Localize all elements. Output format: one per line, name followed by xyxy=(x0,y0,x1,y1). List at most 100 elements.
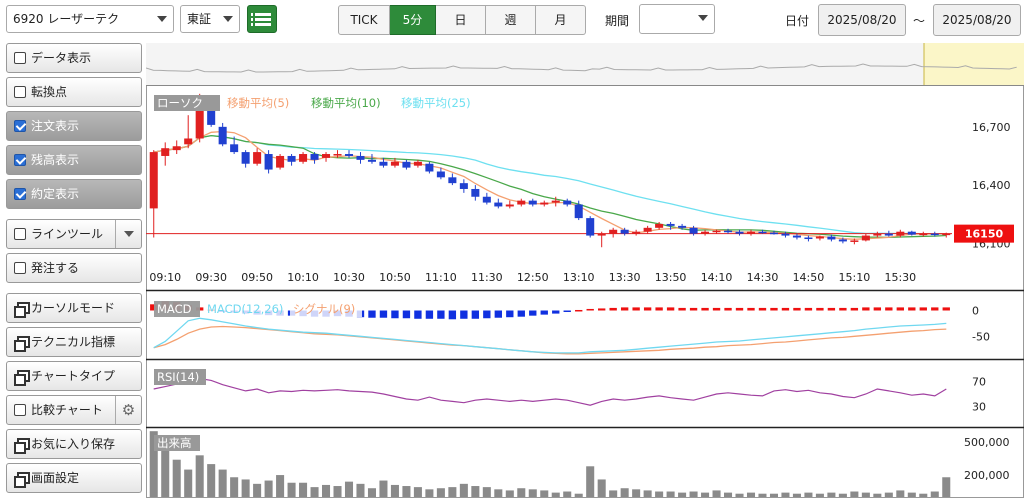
macd-histogram-bar xyxy=(908,307,916,311)
window-icon xyxy=(14,472,30,488)
volume-bar xyxy=(551,492,560,497)
date-tilde: 〜 xyxy=(913,14,926,28)
volume-bar xyxy=(678,492,687,497)
checkbox-icon[interactable] xyxy=(14,86,26,98)
macd-histogram-bar xyxy=(758,307,767,311)
rsi-axis-label: 30 xyxy=(972,400,986,413)
sidebar-item-2[interactable]: 注文表示 xyxy=(6,111,142,141)
candle-body xyxy=(769,232,778,235)
sidebar-item-10[interactable]: 比較チャート ⚙ xyxy=(6,395,142,425)
tab-interval-3[interactable]: 週 xyxy=(486,5,536,35)
tab-interval-0[interactable]: TICK xyxy=(338,5,390,35)
candle-body xyxy=(678,225,687,228)
volume-bar xyxy=(390,484,399,497)
sidebar-item-4[interactable]: 約定表示 xyxy=(6,179,142,209)
macd-histogram-bar xyxy=(804,307,813,311)
candle-body xyxy=(517,200,526,205)
candle-body xyxy=(712,230,721,233)
sidebar-item-3[interactable]: 残高表示 xyxy=(6,145,142,175)
sidebar-item-9[interactable]: チャートタイプ xyxy=(6,361,142,391)
macd-histogram-bar xyxy=(402,310,411,319)
volume-bar xyxy=(528,489,537,497)
candle-body xyxy=(850,240,859,242)
checkbox-icon[interactable] xyxy=(14,228,26,240)
sidebar-item-label: 注文表示 xyxy=(31,119,80,133)
volume-bar xyxy=(884,492,893,497)
volume-bar xyxy=(735,493,744,497)
volume-bar xyxy=(804,492,813,497)
candle-body xyxy=(287,155,296,162)
candle-body xyxy=(804,237,813,240)
gear-icon[interactable]: ⚙ xyxy=(115,396,141,424)
macd-histogram-bar xyxy=(942,307,950,311)
candle-body xyxy=(402,161,411,168)
sidebar-item-1[interactable]: 転換点 xyxy=(6,77,142,107)
volume-bar xyxy=(172,459,181,497)
time-axis-label: 13:30 xyxy=(609,271,641,284)
interval-tabs: TICK 5分日週月 xyxy=(338,5,586,35)
sidebar-item-6[interactable]: 発注する xyxy=(6,253,142,283)
sidebar-item-label: テクニカル指標 xyxy=(31,335,116,349)
toolbar: 6920 レーザーテク 東証 TICK 5分日週月 期間 日付 2025/08/2… xyxy=(0,0,1024,40)
checkbox-icon[interactable] xyxy=(14,262,26,274)
sidebar-item-8[interactable]: テクニカル指標 xyxy=(6,327,142,357)
market-select[interactable]: 東証 xyxy=(180,5,240,33)
period-select[interactable] xyxy=(639,4,715,34)
sidebar-item-0[interactable]: データ表示 xyxy=(6,43,142,73)
checkbox-icon[interactable] xyxy=(14,154,26,166)
macd-legend-label: MACD(12,26) xyxy=(207,302,283,316)
macd-histogram-bar xyxy=(368,310,376,318)
macd-histogram-bar xyxy=(862,307,870,311)
candle-body xyxy=(333,154,342,156)
time-axis-label: 11:30 xyxy=(471,271,503,284)
volume-bar xyxy=(597,479,606,497)
candle-body xyxy=(379,161,388,166)
macd-histogram-bar xyxy=(885,307,893,311)
volume-bar xyxy=(781,492,790,497)
line-tool-dropdown-button[interactable] xyxy=(115,220,141,248)
candle-body xyxy=(241,152,250,164)
checkbox-icon[interactable] xyxy=(14,188,26,200)
date-from-input[interactable]: 2025/08/20 xyxy=(818,4,906,36)
navigator-strip xyxy=(146,43,1024,85)
time-axis-label: 14:10 xyxy=(701,271,733,284)
chevron-down-icon xyxy=(223,16,233,22)
macd-histogram-bar xyxy=(517,310,525,317)
macd-axis-label: -50 xyxy=(972,330,990,343)
volume-bar xyxy=(276,475,285,497)
list-button[interactable] xyxy=(247,5,277,33)
tab-interval-4[interactable]: 月 xyxy=(536,5,586,35)
candle-body xyxy=(471,188,480,197)
sidebar-item-7[interactable]: カーソルモード xyxy=(6,293,142,323)
chart-area[interactable]: 16,70016,40016,10016150ローソク 移動平均(5) 移動平均(1… xyxy=(146,43,1024,498)
volume-bar xyxy=(402,486,411,497)
checkbox-icon[interactable] xyxy=(14,52,26,64)
macd-histogram-bar xyxy=(919,307,927,311)
candle-body xyxy=(701,231,710,234)
candle-body xyxy=(344,154,354,156)
volume-bar xyxy=(322,484,331,497)
volume-bar xyxy=(413,487,422,497)
sidebar-item-5[interactable]: ラインツール xyxy=(6,219,142,249)
candle-body xyxy=(425,163,434,172)
checkbox-icon[interactable] xyxy=(14,404,26,416)
volume-bar xyxy=(746,492,756,497)
chevron-down-icon xyxy=(698,15,708,21)
volume-bar xyxy=(161,450,170,497)
candle-body xyxy=(815,236,824,239)
tab-interval-1[interactable]: 5分 xyxy=(390,5,436,35)
tab-interval-2[interactable]: 日 xyxy=(436,5,486,35)
stock-select[interactable]: 6920 レーザーテク xyxy=(6,5,174,33)
volume-bar xyxy=(379,480,388,497)
macd-histogram-bar xyxy=(425,310,434,319)
sidebar-item-12[interactable]: 画面設定 xyxy=(6,463,142,493)
volume-bar xyxy=(517,488,526,497)
date-to-input[interactable]: 2025/08/20 xyxy=(933,4,1021,36)
macd-histogram-bar xyxy=(379,310,388,318)
period-label: 期間 xyxy=(605,14,630,28)
candle-body xyxy=(574,204,583,219)
checkbox-icon[interactable] xyxy=(14,120,26,132)
sidebar-item-11[interactable]: お気に入り保存 xyxy=(6,429,142,459)
volume-axis-label: 200,000 xyxy=(964,469,1010,482)
candle-body xyxy=(299,154,308,162)
